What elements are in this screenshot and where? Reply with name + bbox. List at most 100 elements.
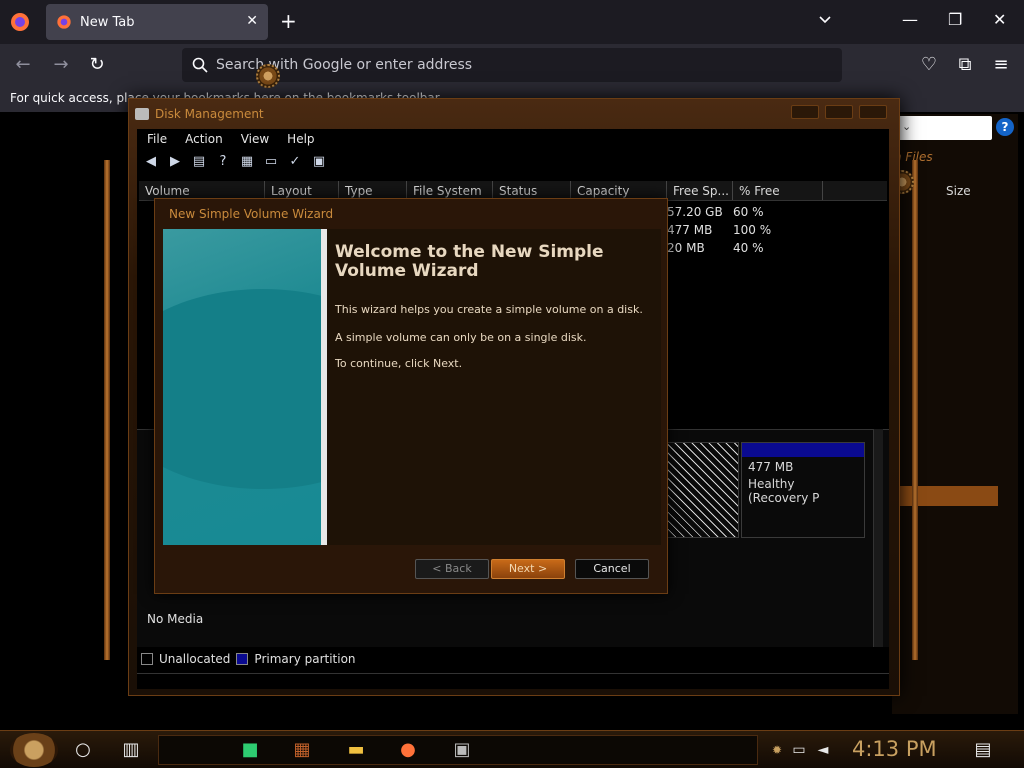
col-percent-free[interactable]: % Free — [733, 181, 823, 200]
clock[interactable]: 4:13 PM — [852, 737, 937, 761]
primary-swatch — [236, 653, 249, 665]
reload-icon[interactable]: ↻ — [86, 54, 108, 76]
url-bar[interactable]: Search with Google or enter address — [182, 48, 842, 82]
col-free-space[interactable]: Free Sp... — [667, 181, 733, 200]
search-icon — [192, 57, 208, 73]
maximize-button[interactable] — [825, 105, 853, 119]
cancel-button[interactable]: Cancel — [575, 559, 649, 579]
new-simple-volume-wizard: New Simple Volume Wizard Welcome to the … — [154, 198, 668, 594]
minimize-button[interactable] — [791, 105, 819, 119]
nav-bar: ← → ↻ Search with Google or enter addres… — [0, 44, 1024, 86]
selected-row[interactable] — [892, 486, 998, 506]
recovery-status: Healthy (Recovery P — [748, 477, 820, 505]
url-placeholder: Search with Google or enter address — [216, 57, 473, 73]
legend-unallocated: Unallocated — [159, 652, 231, 666]
recovery-size: 477 MB — [748, 460, 794, 474]
table-row[interactable]: 57.20 GB 60 % — [667, 205, 764, 219]
wizard-paragraph: This wizard helps you create a simple vo… — [335, 303, 643, 316]
vertical-scrollbar[interactable] — [873, 429, 883, 647]
unallocated-partition[interactable] — [667, 442, 739, 538]
wizard-heading: Welcome to the New Simple Volume Wizard — [335, 242, 604, 281]
percent-free: 60 % — [733, 205, 764, 219]
wizard-side-banner — [163, 229, 327, 545]
menu-action[interactable]: Action — [185, 132, 223, 146]
wizard-body: Welcome to the New Simple Volume Wizard … — [163, 229, 661, 545]
firefox-icon[interactable]: ● — [397, 739, 419, 761]
back-arrow-icon[interactable]: ◀ — [143, 154, 159, 170]
menu-bar: File Action View Help — [137, 129, 889, 149]
back-button[interactable]: < Back — [415, 559, 489, 579]
search-icon[interactable]: ○ — [72, 739, 94, 761]
app-icon[interactable]: ▦ — [291, 739, 313, 761]
taskbar: ○ ▥ ■ ▦ ▬ ● ▣ ✹ ▭ ◄ 4:13 PM ▤ — [0, 730, 1024, 768]
gear-icon — [256, 64, 280, 88]
free-space: 477 MB — [667, 223, 713, 237]
tab-new-tab[interactable]: New Tab ✕ — [46, 4, 268, 40]
banner-edge — [321, 229, 327, 545]
view-icon[interactable]: ▦ — [239, 154, 255, 170]
legend: Unallocated Primary partition — [141, 649, 885, 669]
file-explorer-icon[interactable]: ▬ — [345, 739, 367, 761]
size-column-header[interactable]: Size — [946, 184, 971, 198]
gear-icon: ✹ — [771, 743, 783, 757]
firefox-icon — [57, 15, 71, 29]
pocket-icon[interactable]: ♡ — [918, 54, 940, 76]
status-bar — [137, 673, 889, 689]
next-button[interactable]: Next > — [491, 559, 565, 579]
chevron-down-icon[interactable] — [818, 12, 832, 26]
no-media-label: No Media — [147, 612, 204, 626]
tab-title: New Tab — [80, 14, 135, 30]
unallocated-swatch — [141, 653, 153, 665]
menu-view[interactable]: View — [241, 132, 269, 146]
help-icon[interactable]: ? — [996, 118, 1014, 136]
close-tab-icon[interactable]: ✕ — [246, 13, 258, 29]
connect-icon[interactable]: ▭ — [263, 154, 279, 170]
disk-icon — [135, 108, 149, 120]
properties-icon[interactable]: ▤ — [191, 154, 207, 170]
help-icon[interactable]: ? — [215, 154, 231, 170]
legend-primary: Primary partition — [254, 652, 356, 666]
window-icon[interactable]: ▣ — [311, 154, 327, 170]
close-window-button[interactable]: ✕ — [993, 10, 1006, 29]
pipe-decor — [104, 160, 110, 660]
percent-free: 100 % — [733, 223, 772, 237]
wizard-paragraph: A simple volume can only be on a single … — [335, 331, 587, 344]
notes-app-icon[interactable]: ■ — [239, 739, 261, 761]
notifications-icon[interactable]: ▤ — [972, 739, 994, 761]
back-arrow-icon[interactable]: ← — [12, 54, 34, 76]
wizard-title: New Simple Volume Wizard — [169, 207, 334, 221]
banner-curve — [163, 289, 327, 489]
forward-arrow-icon[interactable]: → — [50, 54, 72, 76]
new-tab-button[interactable]: + — [280, 9, 297, 33]
firefox-view-icon[interactable] — [8, 10, 32, 34]
free-space: 57.20 GB — [667, 205, 723, 219]
start-button[interactable] — [10, 733, 58, 767]
task-view-icon[interactable]: ▥ — [120, 739, 142, 761]
table-row[interactable]: 477 MB 100 % — [667, 223, 771, 237]
extensions-icon[interactable]: ⧉ — [954, 54, 976, 76]
minimize-button[interactable]: — — [902, 10, 918, 29]
wizard-paragraph: To continue, click Next. — [335, 357, 463, 370]
disk-management-icon[interactable]: ▣ — [451, 739, 473, 761]
pipe-decor — [912, 160, 918, 660]
address-field[interactable]: ⌄ — [896, 116, 992, 140]
table-row[interactable]: 20 MB 40 % — [667, 241, 764, 255]
disk-management-titlebar: Disk Management — [135, 103, 895, 125]
forward-arrow-icon[interactable]: ▶ — [167, 154, 183, 170]
toolbar: ◀ ▶ ▤ ? ▦ ▭ ✓ ▣ — [137, 151, 889, 173]
window-title: Disk Management — [155, 107, 264, 121]
maximize-button[interactable]: ❐ — [948, 10, 962, 29]
free-space: 20 MB — [667, 241, 705, 255]
close-button[interactable] — [859, 105, 887, 119]
recovery-partition[interactable]: 477 MB Healthy (Recovery P — [741, 442, 865, 538]
menu-icon[interactable]: ≡ — [990, 54, 1012, 76]
tab-bar: New Tab ✕ + — ❐ ✕ — [0, 0, 1024, 44]
menu-file[interactable]: File — [147, 132, 167, 146]
explorer-window-fragment: ⌄ ? n Files Size — [892, 114, 1018, 714]
percent-free: 40 % — [733, 241, 764, 255]
partition-bar — [742, 443, 864, 457]
network-icon[interactable]: ▭ — [788, 739, 810, 761]
volume-muted-icon[interactable]: ◄ — [812, 739, 834, 761]
check-icon[interactable]: ✓ — [287, 154, 303, 170]
menu-help[interactable]: Help — [287, 132, 314, 146]
